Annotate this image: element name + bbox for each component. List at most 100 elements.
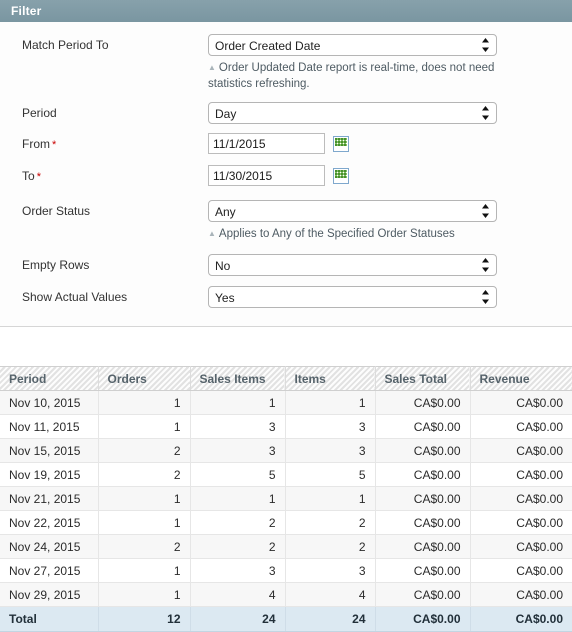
- filter-panel: Filter Match Period To Order Created Dat…: [0, 0, 572, 327]
- label-to: To *: [0, 165, 208, 188]
- report-table-foot: Total 12 24 24 CA$0.00 CA$0.00: [0, 606, 572, 632]
- order-status-select[interactable]: Any: [208, 200, 497, 222]
- cell-orders: 1: [98, 486, 191, 511]
- cell-orders: 2: [98, 534, 191, 559]
- field-row-period: Period Day: [0, 102, 572, 124]
- column-header-sales-items[interactable]: Sales Items: [190, 366, 286, 391]
- note-match-period-to: ▲ Order Updated Date report is real-time,…: [208, 60, 503, 92]
- field-row-to: To *: [0, 165, 572, 188]
- column-header-period[interactable]: Period: [0, 366, 99, 391]
- cell-period: Nov 11, 2015: [0, 414, 99, 439]
- label-from-text: From: [22, 137, 50, 151]
- cell-period: Nov 10, 2015: [0, 390, 99, 415]
- filter-form: Match Period To Order Created Date ▲ Orde…: [0, 22, 572, 326]
- period-select[interactable]: Day: [208, 102, 497, 124]
- label-period: Period: [22, 106, 57, 120]
- note-row-match-period-to: ▲ Order Updated Date report is real-time,…: [0, 60, 572, 92]
- field-row-from: From *: [0, 133, 572, 156]
- cell-period: Nov 22, 2015: [0, 510, 99, 535]
- filter-panel-title: Filter: [0, 0, 572, 22]
- cell-revenue: CA$0.00: [470, 510, 572, 535]
- cell-sales-items: 4: [190, 582, 286, 607]
- cell-orders: 1: [98, 510, 191, 535]
- column-header-sales-total[interactable]: Sales Total: [375, 366, 471, 391]
- note-triangle-icon: ▲: [208, 63, 216, 72]
- cell-revenue: CA$0.00: [470, 414, 572, 439]
- table-row[interactable]: Nov 21, 2015 1 1 1 CA$0.00 CA$0.00: [0, 486, 572, 511]
- cell-revenue: CA$0.00: [470, 486, 572, 511]
- calendar-icon-to[interactable]: [333, 167, 349, 184]
- show-actual-values-select[interactable]: Yes: [208, 286, 497, 308]
- cell-revenue: CA$0.00: [470, 462, 572, 487]
- label-empty-rows: Empty Rows: [22, 258, 90, 272]
- total-row: Total 12 24 24 CA$0.00 CA$0.00: [0, 606, 572, 632]
- cell-sales-total: CA$0.00: [375, 558, 471, 583]
- cell-revenue: CA$0.00: [470, 390, 572, 415]
- total-sales-total: CA$0.00: [375, 606, 471, 632]
- cell-orders: 1: [98, 558, 191, 583]
- table-row[interactable]: Nov 15, 2015 2 3 3 CA$0.00 CA$0.00: [0, 438, 572, 463]
- report-table: Period Orders Sales Items Items Sales To…: [0, 366, 572, 632]
- note-match-period-to-text: Order Updated Date report is real-time, …: [208, 62, 495, 90]
- cell-period: Nov 27, 2015: [0, 558, 99, 583]
- report-table-wrapper: Period Orders Sales Items Items Sales To…: [0, 366, 572, 632]
- match-period-to-select-wrap: Order Created Date: [208, 34, 497, 56]
- period-select-wrap: Day: [208, 102, 497, 124]
- table-row[interactable]: Nov 29, 2015 1 4 4 CA$0.00 CA$0.00: [0, 582, 572, 607]
- cell-items: 2: [285, 510, 376, 535]
- order-status-select-wrap: Any: [208, 200, 497, 222]
- column-header-revenue[interactable]: Revenue: [470, 366, 572, 391]
- cell-revenue: CA$0.00: [470, 582, 572, 607]
- cell-items: 3: [285, 414, 376, 439]
- column-header-items[interactable]: Items: [285, 366, 376, 391]
- cell-sales-items: 3: [190, 558, 286, 583]
- empty-rows-select[interactable]: No: [208, 254, 497, 276]
- cell-sales-items: 5: [190, 462, 286, 487]
- calendar-icon-from[interactable]: [333, 135, 349, 152]
- table-row[interactable]: Nov 22, 2015 1 2 2 CA$0.00 CA$0.00: [0, 510, 572, 535]
- table-row[interactable]: Nov 24, 2015 2 2 2 CA$0.00 CA$0.00: [0, 534, 572, 559]
- required-asterisk: *: [52, 139, 57, 151]
- total-items: 24: [285, 606, 376, 632]
- required-asterisk: *: [36, 171, 41, 183]
- cell-revenue: CA$0.00: [470, 534, 572, 559]
- field-row-show-actual-values: Show Actual Values Yes: [0, 286, 572, 308]
- match-period-to-select[interactable]: Order Created Date: [208, 34, 497, 56]
- label-to-text: To: [22, 169, 35, 183]
- cell-sales-total: CA$0.00: [375, 414, 471, 439]
- cell-items: 2: [285, 534, 376, 559]
- table-row[interactable]: Nov 27, 2015 1 3 3 CA$0.00 CA$0.00: [0, 558, 572, 583]
- total-sales-items: 24: [190, 606, 286, 632]
- cell-sales-items: 3: [190, 438, 286, 463]
- table-row[interactable]: Nov 19, 2015 2 5 5 CA$0.00 CA$0.00: [0, 462, 572, 487]
- cell-sales-total: CA$0.00: [375, 510, 471, 535]
- cell-period: Nov 19, 2015: [0, 462, 99, 487]
- table-row[interactable]: Nov 11, 2015 1 3 3 CA$0.00 CA$0.00: [0, 414, 572, 439]
- cell-sales-total: CA$0.00: [375, 486, 471, 511]
- label-show-actual-values: Show Actual Values: [22, 290, 128, 304]
- empty-rows-select-wrap: No: [208, 254, 497, 276]
- cell-orders: 2: [98, 462, 191, 487]
- cell-sales-items: 3: [190, 414, 286, 439]
- table-row[interactable]: Nov 10, 2015 1 1 1 CA$0.00 CA$0.00: [0, 390, 572, 415]
- cell-items: 5: [285, 462, 376, 487]
- cell-orders: 1: [98, 582, 191, 607]
- cell-period: Nov 29, 2015: [0, 582, 99, 607]
- label-order-status: Order Status: [22, 204, 91, 218]
- report-table-head: Period Orders Sales Items Items Sales To…: [0, 366, 572, 391]
- cell-items: 3: [285, 438, 376, 463]
- cell-sales-total: CA$0.00: [375, 462, 471, 487]
- cell-items: 3: [285, 558, 376, 583]
- note-order-status-text: Applies to Any of the Specified Order St…: [218, 228, 455, 240]
- field-row-match-period-to: Match Period To Order Created Date: [0, 34, 572, 56]
- to-date-input[interactable]: [208, 165, 325, 186]
- cell-sales-total: CA$0.00: [375, 582, 471, 607]
- field-row-order-status: Order Status Any: [0, 200, 572, 222]
- column-header-orders[interactable]: Orders: [98, 366, 191, 391]
- cell-orders: 1: [98, 390, 191, 415]
- from-date-input[interactable]: [208, 133, 325, 154]
- total-label: Total: [0, 606, 99, 632]
